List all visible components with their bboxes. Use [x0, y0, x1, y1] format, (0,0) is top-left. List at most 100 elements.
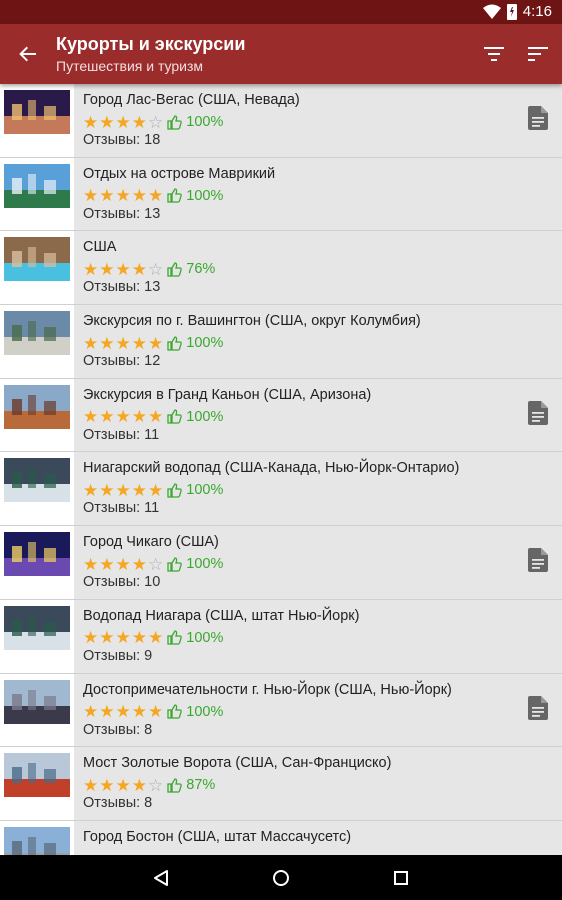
star-filled-icon: ★ — [148, 480, 164, 500]
reviews-count: Отзывы: 11 — [83, 500, 160, 517]
document-icon — [528, 400, 548, 425]
rating: ★ ★ ★ ★ ★ 100% — [83, 334, 223, 352]
thumbs-up-icon — [167, 114, 183, 130]
star-filled-icon: ★ — [83, 407, 99, 427]
thumbs-up-icon — [167, 262, 183, 277]
star-filled-icon: ★ — [148, 407, 164, 427]
list-item[interactable]: Достопримечательности г. Нью-Йорк (США, … — [0, 673, 562, 748]
star-filled-icon: ★ — [83, 333, 99, 353]
waterfall-icon — [4, 605, 70, 650]
filter-icon — [484, 47, 504, 61]
reviews-count: Отзывы: 8 — [83, 721, 153, 738]
approval-percent: 100% — [186, 556, 224, 573]
approval-percent: 100% — [186, 482, 224, 499]
approval-percent: 100% — [186, 335, 224, 352]
item-title: Отдых на острове Маврикий — [83, 165, 276, 182]
approval-percent: 76% — [186, 261, 216, 278]
resort-list[interactable]: Город Лас-Вегас (США, Невада) ★ ★ ★ ★ ☆ 100% От… — [0, 84, 562, 855]
status-bar: 4:16 — [0, 0, 562, 24]
star-filled-icon: ★ — [148, 628, 164, 648]
item-title: Ниагарский водопад (США-Канада, Нью-Йорк… — [83, 460, 460, 477]
list-item[interactable]: Экскурсия по г. Вашингтон (США, округ Ко… — [0, 305, 562, 379]
approval-percent: 100% — [186, 187, 224, 204]
list-item[interactable]: США ★ ★ ★ ★ ☆ 76% Отзывы: 13 — [0, 231, 562, 306]
list-item[interactable]: Ниагарский водопад (США-Канада, Нью-Йорк… — [0, 452, 562, 527]
thumbnail-cell — [0, 673, 74, 747]
status-time: 4:16 — [522, 3, 552, 20]
item-title: Мост Золотые Ворота (США, Сан-Франциско) — [83, 755, 392, 772]
star-filled-icon: ★ — [99, 628, 115, 648]
star-filled-icon: ★ — [83, 112, 99, 132]
star-filled-icon: ★ — [115, 112, 131, 132]
star-filled-icon: ★ — [83, 186, 99, 206]
skyline-night-icon — [4, 532, 70, 577]
arrow-back-icon — [19, 46, 36, 62]
thumbnail-cell — [0, 747, 74, 820]
star-filled-icon: ★ — [115, 775, 131, 795]
document-button[interactable] — [528, 106, 552, 132]
nav-home-button[interactable] — [268, 865, 294, 891]
thumbs-up-icon — [167, 778, 183, 793]
list-item[interactable]: Отдых на острове Маврикий ★ ★ ★ ★ ★ 100% Отзывы… — [0, 157, 562, 232]
list-item[interactable]: Город Чикаго (США) ★ ★ ★ ★ ☆ 100% Отзывы: 10 — [0, 526, 562, 600]
approval-percent: 100% — [186, 408, 224, 425]
document-button[interactable] — [528, 548, 552, 574]
item-title: Достопримечательности г. Нью-Йорк (США, … — [83, 681, 452, 698]
signal-icon — [506, 3, 517, 20]
sort-icon — [528, 47, 548, 61]
reviews-count: Отзывы: 8 — [83, 795, 153, 812]
list-item[interactable]: Город Лас-Вегас (США, Невада) ★ ★ ★ ★ ☆ 100% От… — [0, 84, 562, 158]
item-title: Экскурсия по г. Вашингтон (США, округ Ко… — [83, 313, 421, 330]
filter-button[interactable] — [478, 38, 510, 70]
star-filled-icon: ★ — [83, 554, 99, 574]
city-icon — [4, 826, 70, 855]
rating: ★ ★ ★ ★ ★ 100% — [83, 629, 223, 647]
star-filled-icon: ★ — [115, 407, 131, 427]
list-item[interactable]: Город Бостон (США, штат Массачусетс) — [0, 820, 562, 855]
item-title: Город Лас-Вегас (США, Невада) — [83, 92, 300, 108]
nav-back-button[interactable] — [148, 865, 174, 891]
sort-button[interactable] — [522, 38, 554, 70]
list-item[interactable]: Мост Золотые Ворота (США, Сан-Франциско)… — [0, 747, 562, 821]
star-filled-icon: ★ — [99, 259, 115, 279]
island-icon — [4, 163, 70, 208]
navigation-bar — [0, 855, 562, 900]
rating: ★ ★ ★ ★ ☆ 100% — [83, 113, 223, 131]
thumbnail-cell — [0, 599, 74, 673]
star-filled-icon: ★ — [148, 186, 164, 206]
document-button[interactable] — [528, 695, 552, 722]
star-filled-icon: ★ — [99, 775, 115, 795]
document-button[interactable] — [528, 400, 552, 427]
star-filled-icon: ★ — [99, 112, 115, 132]
rating: ★ ★ ★ ★ ☆ 100% — [83, 555, 223, 573]
star-filled-icon: ★ — [99, 702, 115, 721]
star-filled-icon: ★ — [99, 554, 115, 574]
star-filled-icon: ★ — [115, 702, 131, 721]
triangle-back-icon — [154, 870, 168, 886]
star-filled-icon: ★ — [83, 480, 99, 500]
thumbnail-cell — [0, 84, 74, 157]
thumbs-up-icon — [167, 335, 183, 351]
page-title: Курорты и экскурсии — [56, 34, 246, 54]
app-bar: Курорты и экскурсии Путешествия и туризм — [0, 24, 562, 84]
list-item[interactable]: Экскурсия в Гранд Каньон (США, Аризона) ★… — [0, 378, 562, 453]
thumbnail-cell — [0, 820, 74, 855]
rating: ★ ★ ★ ★ ★ 100% — [83, 187, 223, 205]
back-button[interactable] — [10, 36, 46, 72]
star-empty-icon: ☆ — [148, 554, 164, 574]
list-item[interactable]: Водопад Ниагара (США, штат Нью-Йорк) ★ ★ ★ ★… — [0, 599, 562, 674]
rating: ★ ★ ★ ★ ☆ 76% — [83, 260, 215, 278]
thumbnail-cell — [0, 231, 74, 305]
thumbs-up-icon — [167, 483, 183, 498]
reviews-count: Отзывы: 11 — [83, 426, 160, 443]
thumbs-up-icon — [167, 188, 183, 203]
reviews-count: Отзывы: 13 — [83, 279, 161, 296]
nav-recents-button[interactable] — [388, 865, 414, 891]
star-filled-icon: ★ — [83, 775, 99, 795]
star-filled-icon: ★ — [83, 259, 99, 279]
canyon-icon — [4, 384, 70, 429]
thumbnail-cell — [0, 526, 74, 599]
thumbs-up-icon — [167, 556, 183, 572]
star-filled-icon: ★ — [83, 702, 99, 721]
star-filled-icon: ★ — [131, 628, 147, 648]
